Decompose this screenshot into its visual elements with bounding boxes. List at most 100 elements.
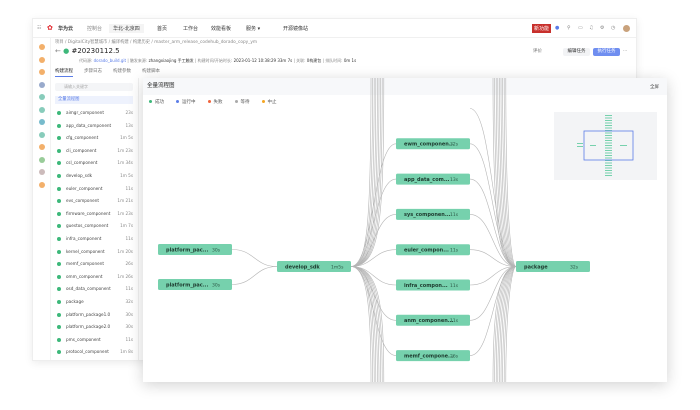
nav-dashboard[interactable]: 效能看板	[211, 25, 231, 32]
step-name: csl_component	[66, 160, 98, 166]
back-icon[interactable]: ←	[55, 47, 61, 55]
nav-icon[interactable]	[38, 156, 45, 163]
step-list-item[interactable]: euler_component 11s	[57, 184, 133, 194]
step-time: 1m 8s	[120, 349, 133, 355]
settings-icon[interactable]: ⚙	[600, 25, 604, 31]
tab-build-params[interactable]: 构建参数	[113, 69, 131, 74]
node-name: package	[524, 264, 548, 270]
step-name: infra_component	[66, 236, 102, 241]
more-button[interactable]: ···	[623, 48, 627, 56]
step-list-item[interactable]: infra_component 11s	[57, 234, 133, 244]
component-node[interactable]: euler_compon... 11s	[396, 244, 470, 256]
bell-icon[interactable]: ♫	[589, 25, 593, 31]
nav-home[interactable]: 首页	[157, 25, 167, 32]
success-icon	[57, 274, 61, 279]
nav-icon[interactable]	[38, 169, 45, 175]
step-list-item[interactable]: omm_component 1m 26s	[57, 272, 133, 282]
node-name: platform_pac...	[166, 282, 209, 288]
console-link[interactable]: 控制台	[87, 25, 102, 32]
node-name: euler_compon...	[404, 248, 449, 254]
step-name: pms_component	[66, 336, 101, 342]
region-select[interactable]: 华北-北京四	[109, 23, 144, 33]
minimap[interactable]	[554, 112, 657, 180]
minimap-node	[577, 146, 583, 147]
step-time: 1m 21s	[117, 198, 133, 204]
search-icon[interactable]: ⚲	[567, 25, 571, 31]
step-time: 11s	[125, 286, 133, 292]
nav-icon[interactable]	[38, 94, 45, 100]
step-list-item[interactable]: evs_component 1m 21s	[57, 196, 133, 206]
step-list-item[interactable]: package 32s	[57, 297, 133, 307]
step-list-item[interactable]: aimgr_component 23s	[57, 108, 133, 118]
info-icon[interactable]: ●	[555, 25, 559, 31]
step-list-item[interactable]: cfg_component 1m 5s	[57, 133, 133, 143]
minimap-node	[605, 150, 612, 151]
success-icon	[57, 136, 61, 141]
search-input[interactable]: 请输入关键字	[55, 83, 133, 91]
nav-icon[interactable]	[38, 81, 45, 88]
minimap-node	[605, 157, 612, 159]
rate-button[interactable]: 评价	[533, 48, 542, 56]
minimap-node	[605, 140, 612, 141]
nav-icon[interactable]	[38, 144, 45, 150]
step-list-item[interactable]: csl_component 1m 34s	[57, 158, 133, 168]
step-list-item[interactable]: pms_component 11s	[57, 335, 133, 345]
apps-grid-icon[interactable]: ☷	[37, 25, 41, 31]
sink-node[interactable]: package 32s	[516, 261, 590, 272]
component-node[interactable]: ewm_componen...32s	[396, 138, 470, 150]
tab-build-script[interactable]: 构建脚本	[142, 69, 160, 74]
success-icon	[57, 300, 61, 304]
tab-build-flow[interactable]: 构建流程	[55, 69, 73, 77]
edge	[350, 78, 372, 267]
avatar[interactable]	[623, 24, 630, 32]
minimap-node	[605, 120, 612, 121]
step-list-item[interactable]: firmware_component 1m 23s	[57, 209, 133, 219]
step-time: 11s	[125, 236, 133, 241]
step-list-item[interactable]: osd_data_component 11s	[57, 284, 133, 294]
code-source-link[interactable]: dorado_build.git	[94, 58, 126, 63]
nav-icon[interactable]	[38, 131, 45, 138]
edge	[231, 249, 278, 267]
step-list-item[interactable]: memf_component 26s	[57, 259, 133, 269]
step-list-item[interactable]: kernel_component 1m 20s	[57, 247, 133, 257]
step-time: 1m 23s	[117, 147, 133, 153]
huawei-logo-icon: ✿	[47, 24, 53, 32]
component-node[interactable]: infra_compon... 11s	[396, 279, 470, 291]
nav-icon[interactable]	[38, 119, 45, 125]
step-list-item[interactable]: platform_package1.0 30s	[57, 310, 133, 320]
nav-icon[interactable]	[38, 44, 45, 50]
step-list-item[interactable]: platform_package2.0 30s	[57, 322, 133, 332]
step-list-item[interactable]: protocol_component 1m 8s	[57, 347, 133, 357]
component-node[interactable]: memf_compone...26s	[396, 350, 470, 362]
step-name: cfg_component	[66, 135, 99, 141]
page-title: ← ● #20230112.5	[55, 47, 120, 55]
source-node[interactable]: platform_pac... 30s	[158, 279, 232, 290]
minimap-node	[605, 135, 612, 136]
component-node[interactable]: sys_componen... 11s	[396, 208, 470, 220]
step-list-item[interactable]: app_data_component 13s	[57, 121, 133, 131]
source-node[interactable]: platform_pac... 30s	[158, 244, 232, 255]
component-node[interactable]: anm_componen...11s	[396, 314, 470, 326]
run-task-button[interactable]: 执行任务	[593, 48, 620, 56]
nav-workbench[interactable]: 工作台	[183, 25, 198, 32]
all-flow-item[interactable]: 全量流程图	[55, 96, 133, 104]
mail-icon[interactable]: ▭	[578, 25, 583, 31]
tab-step-log[interactable]: 步骤日志	[84, 69, 102, 74]
new-feature-badge[interactable]: 新功能	[532, 23, 552, 33]
breadcrumb[interactable]: 项目 / DigitalCity智慧城市 / 编译构建 / 构建历史 / mas…	[55, 39, 257, 45]
node-name: sys_componen...	[404, 212, 451, 218]
nav-icon[interactable]	[38, 69, 45, 75]
nav-icon[interactable]	[38, 181, 45, 188]
nav-icon[interactable]	[38, 106, 45, 113]
center-node[interactable]: develop_sdk 1m5s	[277, 261, 351, 272]
step-list-item[interactable]: cli_component 1m 23s	[57, 146, 133, 156]
step-list-item[interactable]: guestos_component 1m 7s	[57, 221, 133, 231]
help-icon[interactable]: ◷	[611, 25, 615, 31]
step-list-item[interactable]: develop_sdk 1m 5s	[57, 171, 133, 181]
edit-task-button[interactable]: 编辑任务	[563, 48, 590, 56]
nav-mirror[interactable]: 开源镜像站	[283, 25, 308, 32]
node-time: 32s	[570, 264, 579, 270]
nav-services[interactable]: 服务 ▾	[246, 25, 260, 32]
nav-icon[interactable]	[38, 56, 45, 63]
component-node[interactable]: app_data_com... 13s	[396, 173, 470, 185]
